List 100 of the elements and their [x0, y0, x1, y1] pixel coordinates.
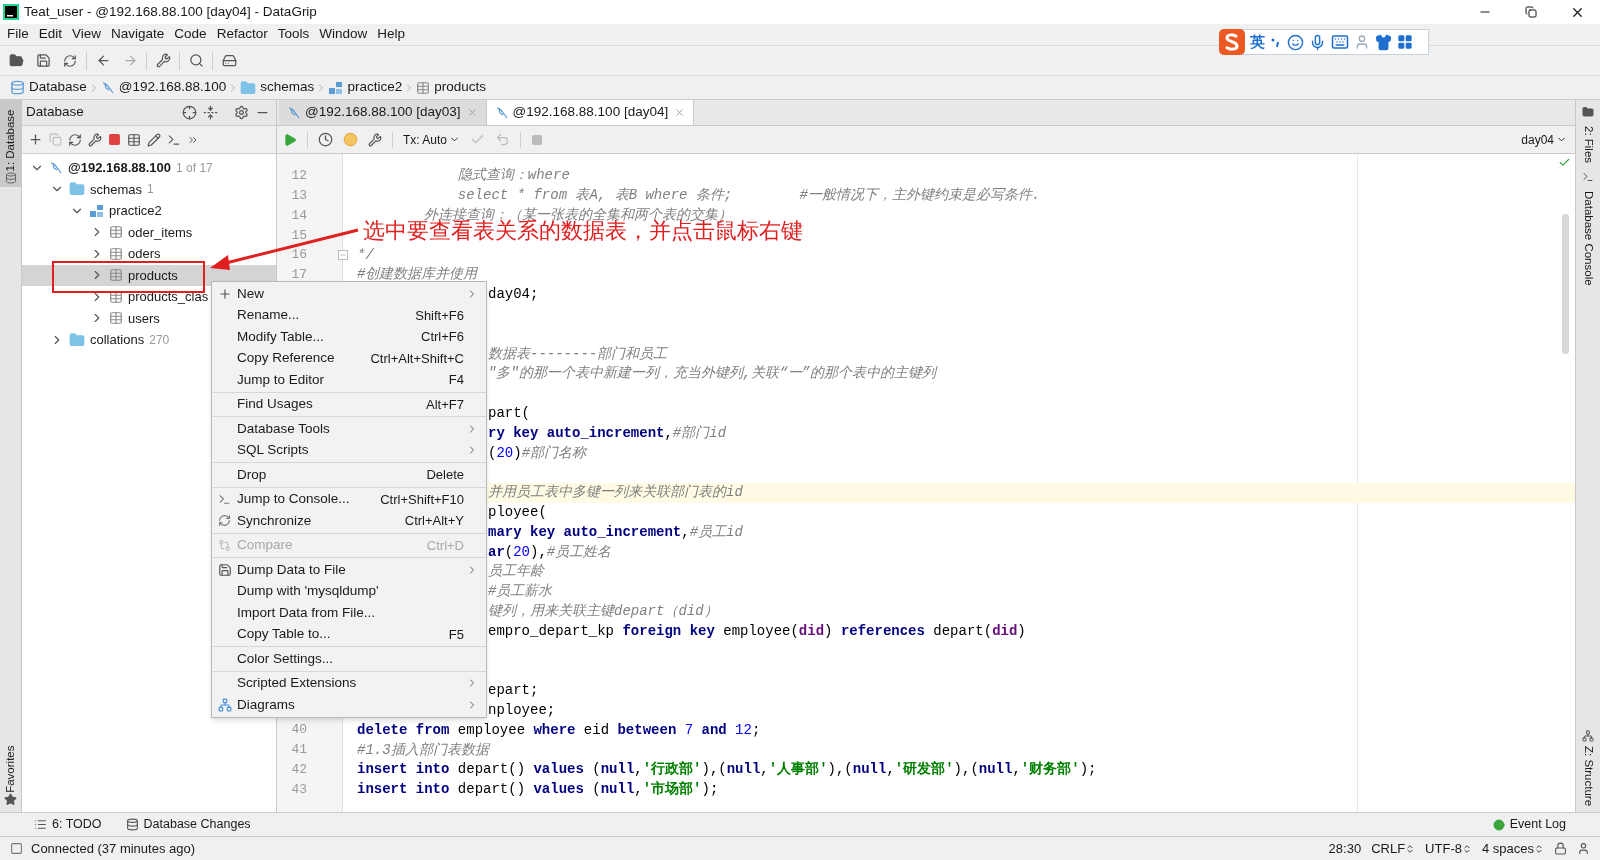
line-number: 12: [291, 167, 307, 186]
breadcrumb-item[interactable]: @192.168.88.100: [118, 77, 227, 98]
tree-item[interactable]: schemas 1: [22, 178, 276, 200]
editor-tab[interactable]: @192.168.88.100 [day04]: [486, 100, 695, 125]
breadcrumb-item[interactable]: Database: [29, 77, 87, 98]
table-icon[interactable]: [127, 132, 141, 147]
history-icon[interactable]: [318, 132, 333, 147]
star-icon[interactable]: [4, 793, 17, 806]
menu-item[interactable]: Edit: [33, 24, 68, 45]
ime-mode[interactable]: 英: [1250, 30, 1265, 54]
menu-item[interactable]: Synchronize Ctrl+Alt+Y: [212, 510, 486, 532]
lock-icon[interactable]: [1554, 842, 1567, 855]
tool-window-tab[interactable]: 1: Database: [0, 109, 24, 172]
close-icon[interactable]: [674, 107, 686, 118]
refresh-icon[interactable]: [68, 132, 82, 147]
code-line: #员工薪水: [488, 582, 553, 602]
encoding-selector[interactable]: UTF-8: [1425, 838, 1472, 859]
tree-label: users: [128, 309, 160, 328]
up-down-icon: [1534, 843, 1544, 854]
schema-dropdown[interactable]: day04: [1521, 130, 1567, 149]
check-icon: [1558, 156, 1571, 169]
tool-window-tab[interactable]: Database Changes: [143, 815, 251, 834]
floppy-icon: [217, 562, 232, 577]
console-icon[interactable]: [1582, 171, 1594, 184]
schema-icon: [89, 203, 104, 218]
breadcrumb-item[interactable]: products: [434, 77, 486, 98]
menu-item[interactable]: Jump to Editor F4: [212, 369, 486, 391]
menu-item[interactable]: View: [67, 24, 107, 45]
menu-item[interactable]: Copy Table to... F5: [212, 623, 486, 645]
menu-item[interactable]: Scripted Extensions: [212, 672, 486, 694]
code-line: ar(20),#员工姓名: [488, 542, 612, 562]
folder-icon[interactable]: [1582, 106, 1594, 118]
compare-icon: [218, 538, 231, 552]
structure-icon[interactable]: [1582, 729, 1594, 742]
menu-item[interactable]: File: [2, 24, 34, 45]
caret-position[interactable]: 28:30: [1328, 838, 1362, 859]
tree-count: 1 of 17: [176, 159, 213, 177]
menu-item[interactable]: Rename... Shift+F6: [212, 304, 486, 326]
locate-icon[interactable]: [182, 105, 197, 120]
collapse-icon[interactable]: [203, 105, 218, 120]
shirt-icon[interactable]: [1375, 33, 1392, 51]
line-number: 42: [291, 761, 307, 780]
menu-item[interactable]: Dump Data to File: [212, 559, 486, 581]
keyboard-icon[interactable]: [1331, 33, 1349, 51]
menu-item[interactable]: Modify Table... Ctrl+F6: [212, 326, 486, 348]
tree-item[interactable]: oders: [22, 243, 276, 265]
add-icon[interactable]: [28, 132, 43, 147]
menu-item[interactable]: Import Data from File...: [212, 602, 486, 624]
menu-item[interactable]: Database Tools: [212, 418, 486, 440]
tool-window-tab[interactable]: Event Log: [1509, 815, 1566, 834]
tree-item[interactable]: oder_items: [22, 221, 276, 243]
transaction-dropdown[interactable]: Tx: Auto: [403, 130, 461, 149]
tree-item[interactable]: @192.168.88.100 1 of 17: [22, 157, 276, 179]
menu-item[interactable]: Drop Delete: [212, 464, 486, 486]
code-line: 隐式查询：where: [456, 166, 570, 186]
ime-logo-icon[interactable]: [1219, 29, 1245, 55]
run-icon[interactable]: [283, 132, 297, 147]
tool-window-tab[interactable]: Z: Structure: [1575, 745, 1600, 806]
grid-icon[interactable]: [1397, 34, 1413, 50]
menu-item[interactable]: Copy Reference Ctrl+Alt+Shift+C: [212, 347, 486, 369]
menu-item[interactable]: Navigate: [106, 24, 170, 45]
code-line: 并用员工表中多键一列来关联部门表的id: [488, 483, 743, 503]
menu-item[interactable]: Window: [314, 24, 373, 45]
tree-item[interactable]: practice2: [22, 200, 276, 222]
tool-window-tab[interactable]: Database Console: [1575, 191, 1600, 286]
wrench-icon[interactable]: [368, 132, 382, 147]
menu-item[interactable]: Tools: [272, 24, 315, 45]
tool-window-tab[interactable]: 2: Files: [1575, 126, 1600, 164]
user-icon[interactable]: [1577, 842, 1590, 855]
database-icon[interactable]: [4, 171, 17, 184]
microphone-icon[interactable]: [1309, 33, 1326, 51]
breadcrumb-item[interactable]: schemas: [260, 77, 315, 98]
code-line: "多"的那一个表中新建一列，充当外键列,关联“一”的那个表中的主键列: [488, 364, 936, 384]
menu-item[interactable]: Code: [169, 24, 212, 45]
menu-item[interactable]: Refactor: [211, 24, 273, 45]
table-icon: [109, 311, 123, 326]
menu-item[interactable]: New: [212, 283, 486, 305]
panel-title: Database: [26, 103, 84, 122]
menu-item[interactable]: SQL Scripts: [212, 439, 486, 461]
folder-icon: [240, 79, 257, 96]
menu-item[interactable]: Color Settings...: [212, 648, 486, 670]
settings-icon[interactable]: [234, 105, 249, 120]
menu-item[interactable]: Find Usages Alt+F7: [212, 393, 486, 415]
line-separator-selector[interactable]: CRLF: [1371, 838, 1416, 859]
indent-selector[interactable]: 4 spaces: [1481, 838, 1544, 859]
scrollbar-thumb[interactable]: [1562, 214, 1569, 354]
editor-tab[interactable]: @192.168.88.100 [day03]: [279, 100, 487, 125]
menu-item[interactable]: Dump with 'mysqldump': [212, 580, 486, 602]
pencil-icon[interactable]: [147, 132, 161, 147]
menu-item[interactable]: Diagrams: [212, 694, 486, 716]
smile-icon[interactable]: [1287, 33, 1304, 51]
breadcrumb-item[interactable]: practice2: [347, 77, 403, 98]
tree-item[interactable]: products: [22, 264, 276, 286]
menu-item[interactable]: Help: [372, 24, 410, 45]
menu-item[interactable]: Jump to Console... Ctrl+Shift+F10: [212, 488, 486, 510]
tool-window-tab[interactable]: 6: TODO: [52, 815, 102, 834]
console-icon[interactable]: [167, 132, 181, 147]
tool-window-tab[interactable]: Favorites: [0, 745, 24, 793]
stop-icon[interactable]: [108, 133, 121, 146]
wrench-icon[interactable]: [88, 132, 102, 147]
